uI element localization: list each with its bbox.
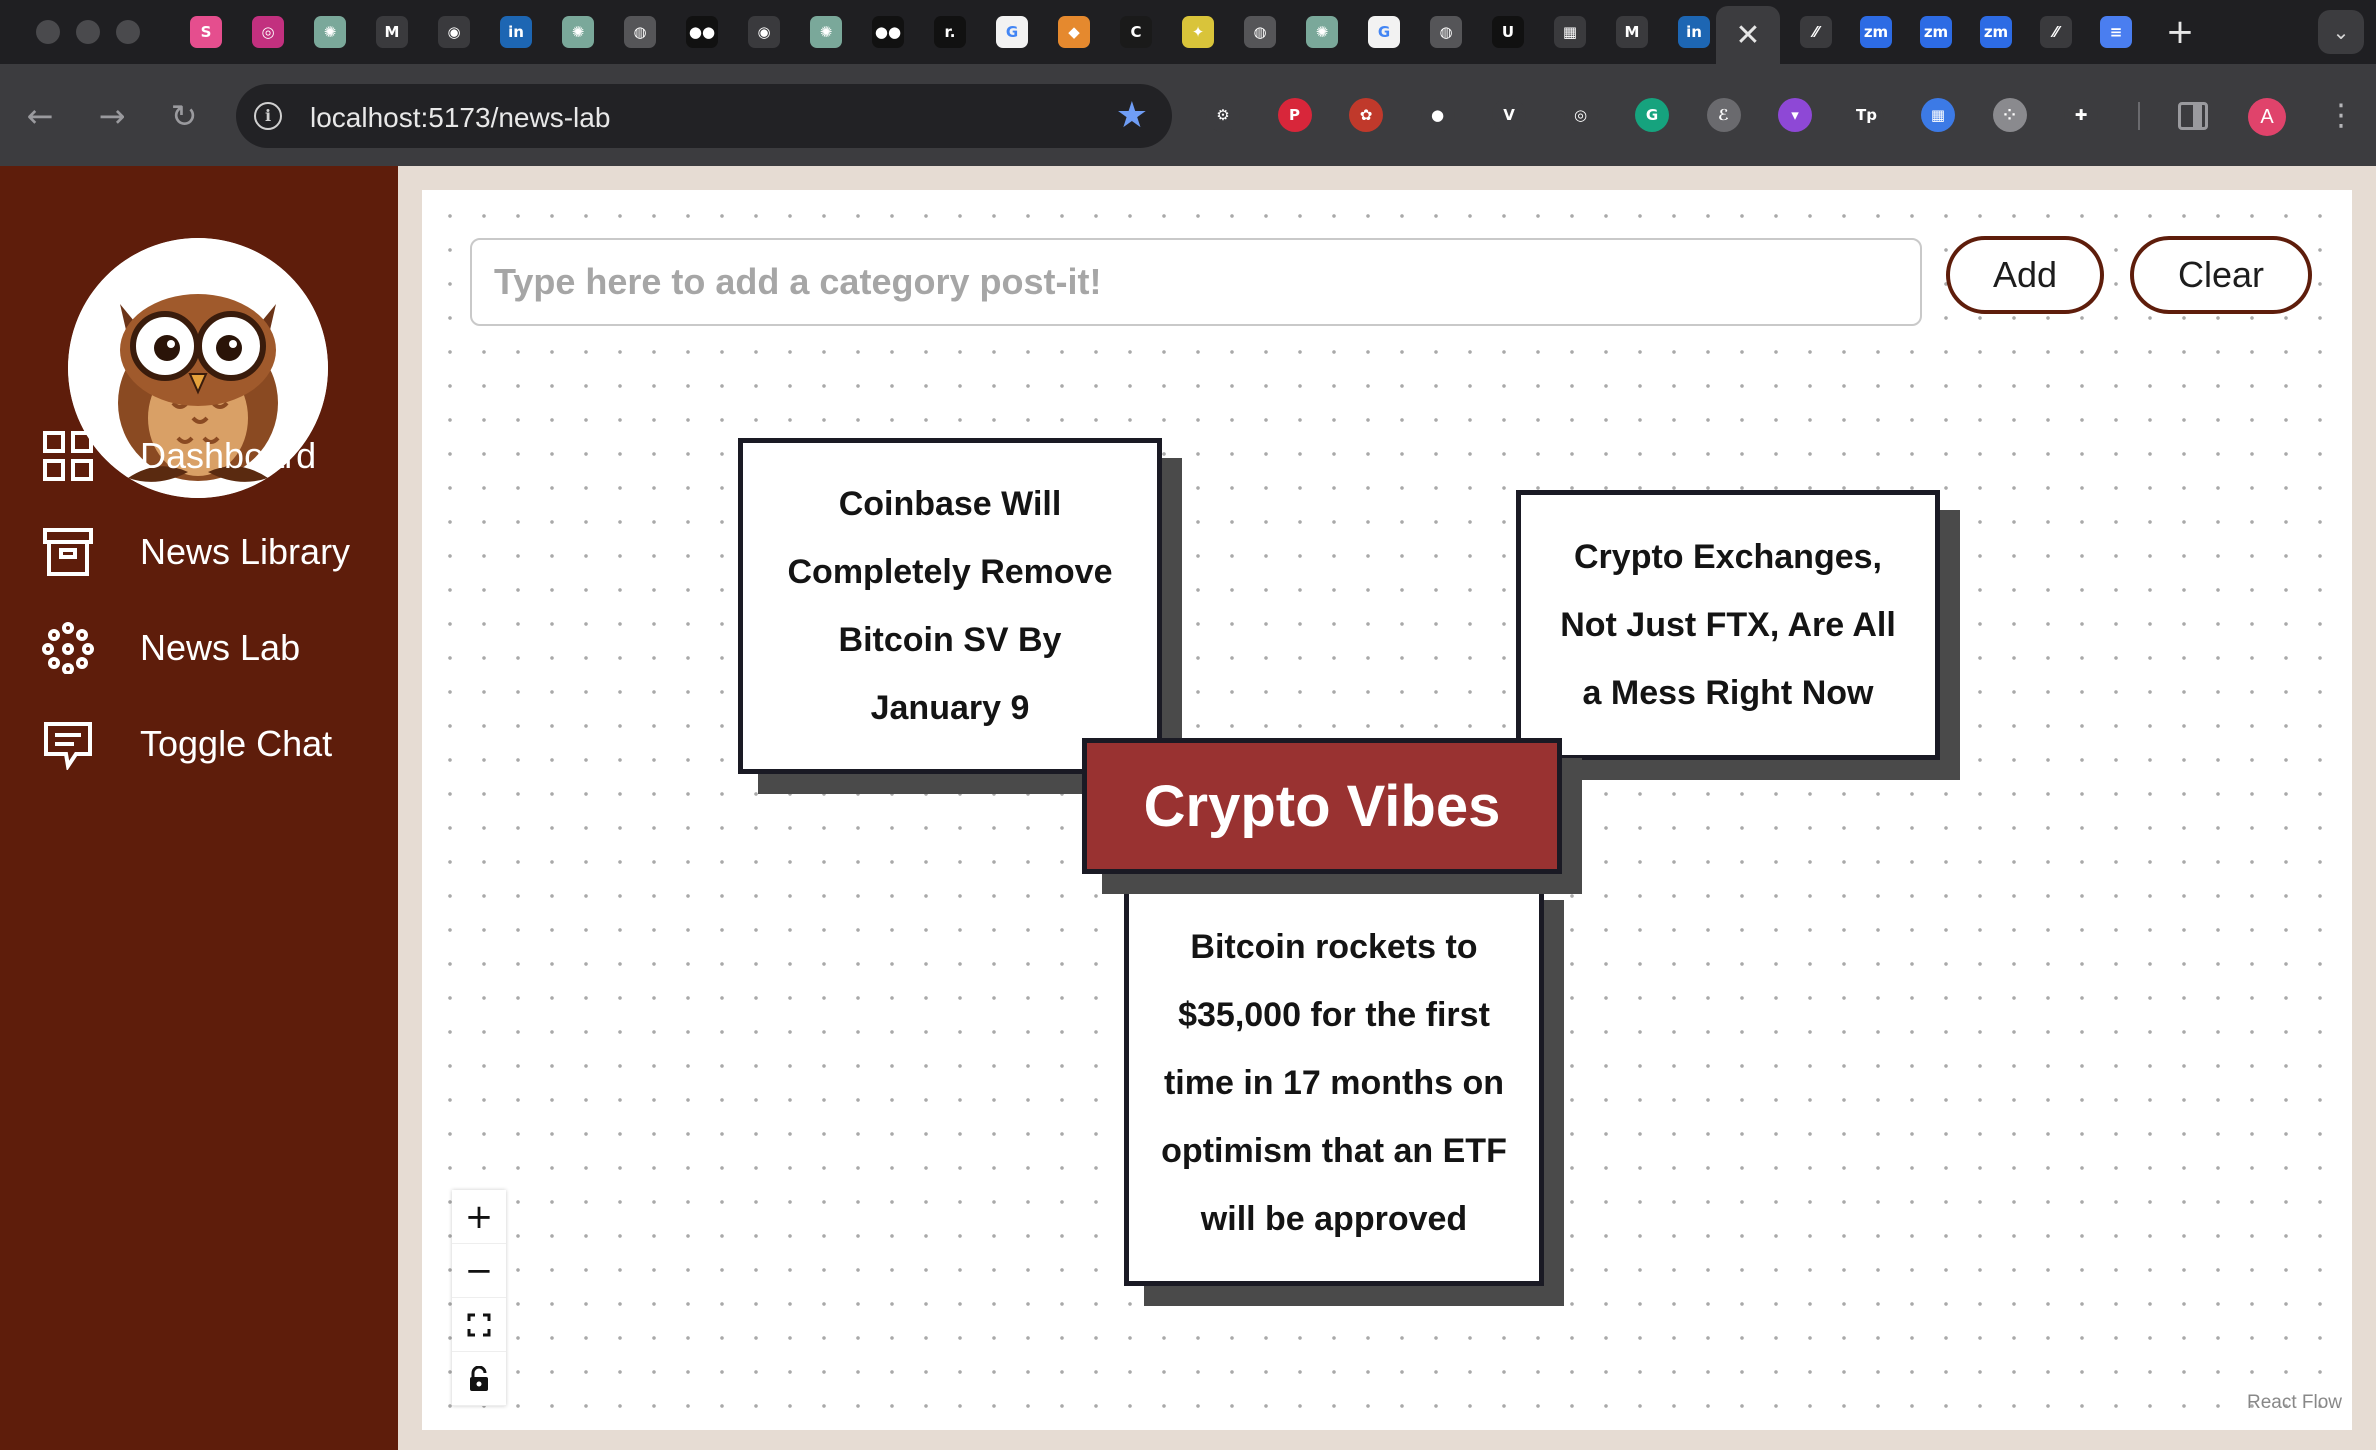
sidebar-item-news-library[interactable]: News Library	[40, 522, 380, 582]
grammarly-icon[interactable]: G	[1635, 98, 1669, 132]
zoom-icon[interactable]: zm	[1980, 16, 2012, 48]
chatgpt-icon[interactable]: ✺	[1306, 16, 1338, 48]
v-extension-icon[interactable]: V	[1492, 98, 1526, 132]
side-panel-icon[interactable]	[2178, 102, 2208, 130]
dots-extension-icon[interactable]: ⁘	[1992, 98, 2027, 132]
linkedin-icon[interactable]: in	[500, 16, 532, 48]
google-icon[interactable]: G	[1368, 16, 1400, 48]
chat-bubble-icon	[40, 716, 96, 772]
react-flow-attribution[interactable]: React Flow	[2247, 1392, 2342, 1414]
pocket-icon[interactable]: ▾	[1778, 98, 1812, 132]
url-text[interactable]: localhost:5173/news-lab	[310, 102, 610, 134]
reload-button[interactable]: ↻	[162, 94, 206, 138]
zoom-icon[interactable]: zm	[1920, 16, 1952, 48]
medium-icon[interactable]: ●●	[872, 16, 904, 48]
slash-app-icon[interactable]: ⁄⁄	[2040, 16, 2072, 48]
sidebar-item-dashboard[interactable]: Dashboard	[40, 426, 380, 486]
news-note-text: Bitcoin rockets to $35,000 for the first…	[1161, 928, 1507, 1238]
grid-app-icon[interactable]: ▦	[1554, 16, 1586, 48]
target-extension-icon[interactable]: ◎	[1563, 98, 1598, 132]
chat-bubble-extension-icon[interactable]: ●	[1420, 98, 1455, 132]
paw-extension-icon[interactable]: ✿	[1349, 98, 1383, 132]
medium-icon[interactable]: ●●	[686, 16, 718, 48]
lock-button[interactable]	[452, 1352, 506, 1406]
browser-menu-icon[interactable]: ⋮	[2326, 96, 2356, 136]
r-app-icon[interactable]: r.	[934, 16, 966, 48]
box-icon[interactable]: ◆	[1058, 16, 1090, 48]
fit-view-button[interactable]	[452, 1298, 506, 1352]
figure-icon[interactable]: ✦	[1182, 16, 1214, 48]
flow-controls: + −	[452, 1190, 506, 1406]
chrome-icon[interactable]: ◍	[1244, 16, 1276, 48]
news-lab-canvas[interactable]: Add Clear Coinbase Will Completely Remov…	[422, 190, 2352, 1430]
main-area: Add Clear Coinbase Will Completely Remov…	[398, 166, 2376, 1450]
ui-app-icon[interactable]: U	[1492, 16, 1524, 48]
chrome-icon[interactable]: ◍	[1430, 16, 1462, 48]
github-icon[interactable]: ◉	[438, 16, 470, 48]
chatgpt-icon[interactable]: ✺	[810, 16, 842, 48]
sidebar-item-label: News Lab	[140, 627, 301, 668]
dots-network-icon	[40, 620, 96, 676]
fit-view-icon	[467, 1313, 491, 1336]
window-zoom-button[interactable]	[116, 20, 140, 44]
back-button[interactable]: ←	[18, 94, 62, 138]
pinterest-icon[interactable]: P	[1277, 98, 1312, 132]
category-title: Crypto Vibes	[1143, 773, 1501, 839]
news-note-text: Crypto Exchanges, Not Just FTX, Are All …	[1560, 538, 1896, 712]
sidebar-item-news-lab[interactable]: News Lab	[40, 618, 380, 678]
chatgpt-icon[interactable]: ✺	[314, 16, 346, 48]
news-note[interactable]: Crypto Exchanges, Not Just FTX, Are All …	[1516, 490, 1940, 760]
slash-app-icon[interactable]: ⁄⁄	[1800, 16, 1832, 48]
sidebar-item-label: News Library	[140, 531, 351, 572]
e-extension-icon[interactable]: ℰ	[1706, 98, 1741, 132]
address-bar[interactable]: i localhost:5173/news-lab ★	[236, 84, 1172, 148]
c-app-icon[interactable]: C	[1120, 16, 1152, 48]
github-icon[interactable]: ◉	[748, 16, 780, 48]
forward-button[interactable]: →	[90, 94, 134, 138]
category-node[interactable]: Crypto Vibes	[1082, 738, 1562, 874]
tp-extension-icon[interactable]: Tp	[1849, 98, 1884, 132]
news-note[interactable]: Coinbase Will Completely Remove Bitcoin …	[738, 438, 1162, 774]
dashboard-grid-icon	[40, 428, 96, 484]
archive-box-icon	[40, 524, 96, 580]
window-minimize-button[interactable]	[76, 20, 100, 44]
chrome-icon[interactable]: ◍	[624, 16, 656, 48]
google-icon[interactable]: G	[996, 16, 1028, 48]
new-tab-button[interactable]: +	[2162, 14, 2198, 50]
gear-extension-icon[interactable]: ⚙	[1206, 98, 1240, 132]
clear-button[interactable]: Clear	[2130, 236, 2312, 314]
add-button[interactable]: Add	[1946, 236, 2104, 314]
zoom-icon[interactable]: zm	[1860, 16, 1892, 48]
tab-search-button[interactable]: ⌄	[2318, 10, 2364, 54]
gmail-icon[interactable]: M	[376, 16, 408, 48]
app-sidebar: Dashboard News Library News Lab Toggle C…	[0, 166, 398, 1450]
sidebar-item-label: Dashboard	[140, 435, 317, 476]
sidebar-item-label: Toggle Chat	[140, 723, 333, 764]
news-note[interactable]: Bitcoin rockets to $35,000 for the first…	[1124, 880, 1544, 1286]
s-icon[interactable]: S	[190, 16, 222, 48]
zoom-out-button[interactable]: −	[452, 1244, 506, 1298]
site-info-icon[interactable]: i	[254, 102, 282, 130]
docs-icon[interactable]: ≡	[2100, 16, 2132, 48]
chatgpt-icon[interactable]: ✺	[562, 16, 594, 48]
category-input[interactable]	[470, 238, 1922, 326]
bookmark-star-icon[interactable]: ★	[1116, 96, 1148, 136]
window-close-button[interactable]	[36, 20, 60, 44]
lock-icon	[470, 1365, 488, 1391]
linkedin-icon[interactable]: in	[1678, 16, 1710, 48]
puzzle-extensions-icon[interactable]: ✚	[2064, 98, 2098, 132]
gmail-icon[interactable]: M	[1616, 16, 1648, 48]
zoom-in-button[interactable]: +	[452, 1190, 506, 1244]
news-note-text: Coinbase Will Completely Remove Bitcoin …	[787, 485, 1113, 727]
browser-toolbar: ← → ↻ i localhost:5173/news-lab ★ ⚙ P ✿ ● V ◎…	[0, 64, 2376, 166]
layout-extension-icon[interactable]: ▦	[1921, 98, 1955, 132]
circle-app-icon[interactable]: ◎	[252, 16, 284, 48]
sidebar-item-toggle-chat[interactable]: Toggle Chat	[40, 714, 380, 774]
active-tab-close-button[interactable]: ✕	[1716, 6, 1780, 64]
toolbar-divider	[2138, 102, 2140, 130]
browser-tab-strip: S ◎ ✺ M ◉ in ✺ ◍ ●● ◉ ✺ ●● r. G ◆ C ✦ ◍ ✺ G ◍ U ▦ Min ✕ ⁄⁄ zm zm z…	[0, 0, 2376, 64]
profile-avatar[interactable]: A	[2248, 98, 2286, 136]
